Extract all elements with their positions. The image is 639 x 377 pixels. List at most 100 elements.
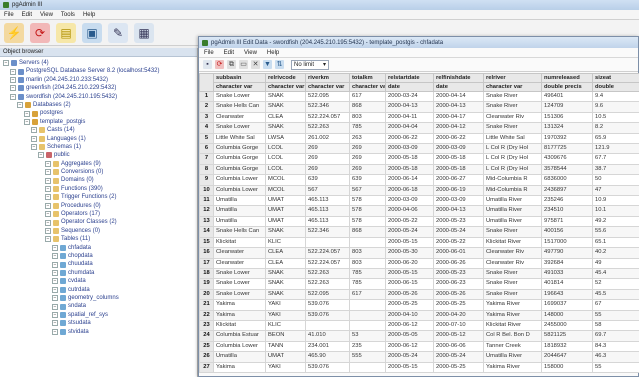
table-cell[interactable]: 2000-04-17: [433, 111, 484, 124]
table-cell[interactable]: Yakima: [213, 309, 266, 321]
table-row[interactable]: 25 Columbia Lower TANN 234.001 235 2000-06-12…: [199, 340, 639, 353]
table-cell[interactable]: 803: [349, 247, 386, 259]
tree-node[interactable]: − chfadata: [0, 244, 197, 252]
table-cell[interactable]: [305, 236, 350, 249]
row-number[interactable]: 18: [199, 267, 214, 280]
table-row[interactable]: 4 Snake Lower SNAK 522.263 785 2000-04-04 2000…: [199, 122, 639, 134]
table-cell[interactable]: 522.224.057: [305, 111, 350, 124]
table-row[interactable]: 9 Columbia Lower MCOL 639 639 2000-06-14 2000-…: [199, 174, 639, 186]
table-cell[interactable]: Snake River: [483, 288, 542, 301]
view-data-button[interactable]: ▦: [134, 22, 154, 43]
table-cell[interactable]: Klickitat: [213, 319, 266, 332]
menu-file[interactable]: File: [0, 12, 18, 18]
row-number[interactable]: 14: [199, 226, 214, 238]
row-number[interactable]: 19: [199, 278, 214, 290]
row-limit-select[interactable]: No limit ▾: [291, 59, 329, 70]
table-cell[interactable]: 41.010: [305, 330, 350, 342]
table-cell[interactable]: Tanner Creek: [483, 340, 542, 353]
table-cell[interactable]: 4309676: [541, 153, 593, 165]
table-cell[interactable]: 269: [305, 163, 350, 176]
table-cell[interactable]: 2000-05-26: [433, 288, 484, 301]
expand-toggle-icon[interactable]: −: [52, 261, 58, 268]
table-cell[interactable]: Clearwater Riv: [483, 257, 542, 269]
table-row[interactable]: 6 Columbia Gorge LCOL 269 269 2000-03-09 2000-…: [199, 143, 639, 155]
table-cell[interactable]: UMAT: [265, 195, 306, 207]
table-cell[interactable]: 158000: [541, 361, 593, 373]
table-cell[interactable]: 235: [349, 340, 386, 353]
table-cell[interactable]: 803: [349, 111, 386, 124]
table-cell[interactable]: 2000-05-18: [433, 153, 484, 165]
table-cell[interactable]: 67: [592, 299, 639, 311]
table-cell[interactable]: 8.2: [592, 122, 639, 134]
table-cell[interactable]: 2000-06-12: [385, 319, 434, 332]
table-row[interactable]: 15 Klickitat KLIC 2000-05-15 2000-05-22 Klick…: [199, 236, 639, 249]
table-cell[interactable]: 2000-05-15: [385, 361, 434, 373]
table-cell[interactable]: 2000-07-10: [433, 319, 484, 332]
table-cell[interactable]: KLIC: [265, 319, 306, 332]
table-row[interactable]: 16 Clearwater CLEA 522.224.057 803 2000-05-30…: [199, 247, 639, 259]
table-cell[interactable]: 400156: [541, 226, 593, 238]
table-cell[interactable]: 9.4: [592, 90, 639, 103]
table-cell[interactable]: [305, 319, 350, 332]
table-cell[interactable]: 567: [349, 184, 386, 197]
table-cell[interactable]: 465.113: [305, 195, 350, 207]
tree-node[interactable]: − Operator Classes (2): [0, 218, 197, 226]
table-cell[interactable]: Umatilla: [213, 205, 266, 217]
table-cell[interactable]: 539.076: [305, 361, 350, 373]
table-cell[interactable]: 2000-05-25: [433, 299, 484, 311]
table-cell[interactable]: SNAK: [265, 267, 306, 280]
table-cell[interactable]: 2000-05-24: [385, 351, 434, 363]
table-cell[interactable]: Columbia Lower: [213, 184, 266, 197]
table-cell[interactable]: Snake River: [483, 267, 542, 280]
row-number[interactable]: 16: [199, 247, 214, 259]
save-icon[interactable]: ▪: [203, 60, 212, 69]
table-cell[interactable]: 2000-05-18: [385, 153, 434, 165]
table-cell[interactable]: 10.9: [592, 195, 639, 207]
menu-edit[interactable]: Edit: [18, 12, 36, 18]
table-cell[interactable]: Columbia Gorge: [213, 143, 266, 155]
table-cell[interactable]: Snake Lower: [213, 278, 266, 290]
tree-node[interactable]: − Sequences (0): [0, 227, 197, 235]
tree-node[interactable]: − Servers (4): [0, 59, 197, 67]
table-cell[interactable]: Umatilla River: [483, 351, 542, 363]
table-cell[interactable]: 465.113: [305, 205, 350, 217]
table-cell[interactable]: 567: [305, 184, 350, 197]
filter-icon[interactable]: ▼: [263, 60, 272, 69]
table-row[interactable]: 18 Snake Lower SNAK 522.263 785 2000-05-15 200…: [199, 267, 639, 280]
table-cell[interactable]: TANN: [265, 340, 306, 353]
tree-node[interactable]: − chumdata: [0, 269, 197, 277]
tree-node[interactable]: − cvdata: [0, 277, 197, 285]
table-cell[interactable]: KLIC: [265, 236, 306, 249]
column-header[interactable]: numreleased: [541, 73, 593, 83]
table-cell[interactable]: 2000-03-09: [385, 195, 434, 207]
expand-toggle-icon[interactable]: −: [52, 303, 58, 310]
table-cell[interactable]: 522.095: [305, 90, 350, 103]
expand-toggle-icon[interactable]: −: [45, 194, 51, 201]
table-cell[interactable]: CLEA: [265, 257, 306, 269]
table-cell[interactable]: 2000-06-23: [433, 278, 484, 290]
table-row[interactable]: 11 Umatilla UMAT 465.113 578 2000-03-09 2000-0…: [199, 195, 639, 207]
table-cell[interactable]: Klickitat River: [483, 236, 542, 249]
table-cell[interactable]: Snake River: [483, 90, 542, 103]
table-cell[interactable]: 234510: [541, 205, 593, 217]
table-cell[interactable]: 9.6: [592, 101, 639, 113]
table-cell[interactable]: 131324: [541, 122, 593, 134]
table-cell[interactable]: 2000-04-13: [433, 101, 484, 113]
table-cell[interactable]: Snake Lower: [213, 90, 266, 103]
tree-node[interactable]: − marlin (204.245.210.233:5432): [0, 76, 197, 84]
menu-view[interactable]: View: [36, 12, 57, 18]
table-cell[interactable]: 1818932: [541, 340, 593, 353]
column-header[interactable]: relstartdate: [385, 73, 434, 83]
row-number[interactable]: 4: [199, 122, 214, 134]
table-cell[interactable]: SNAK: [265, 90, 306, 103]
table-cell[interactable]: L Col R (Dry Hol: [483, 163, 542, 176]
dlg-menu-edit[interactable]: Edit: [219, 50, 239, 56]
column-header[interactable]: relrivcode: [265, 73, 306, 83]
table-cell[interactable]: Snake River: [483, 278, 542, 290]
table-cell[interactable]: 2000-06-26: [433, 257, 484, 269]
table-cell[interactable]: 522.224.057: [305, 257, 350, 269]
dlg-menu-help[interactable]: Help: [262, 50, 284, 56]
tree-node[interactable]: − swordfish (204.245.210.195:5432): [0, 93, 197, 101]
tree-node[interactable]: − chuudata: [0, 260, 197, 268]
table-cell[interactable]: 2000-05-25: [433, 361, 484, 373]
